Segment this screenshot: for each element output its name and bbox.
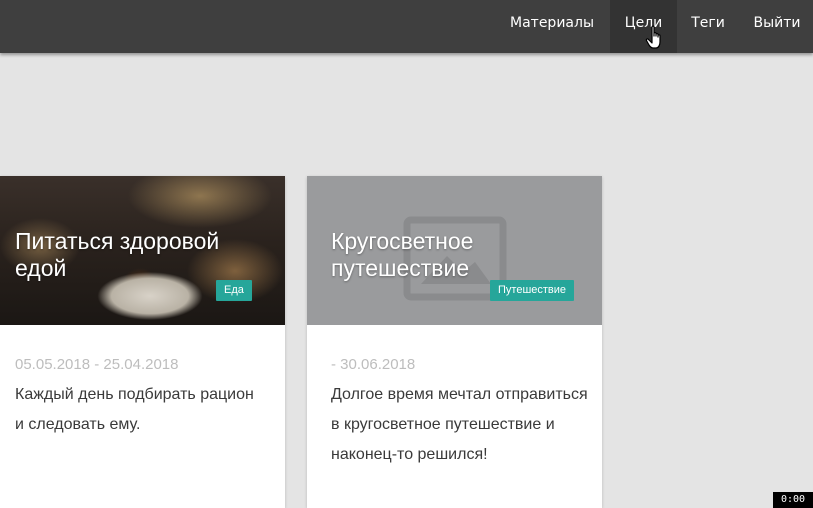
recording-timer: 0:00 [773, 492, 813, 508]
goal-card[interactable]: Кругосветное путешествие Путешествие - 3… [307, 176, 602, 508]
hand-pointer-icon [645, 25, 661, 49]
nav-item-tags[interactable]: Теги [677, 0, 739, 53]
goal-card[interactable]: Питаться здоровой едой Еда 05.05.2018 - … [0, 176, 285, 508]
card-dates: - 30.06.2018 [331, 356, 416, 373]
card-title: Питаться здоровой едой [15, 228, 220, 281]
nav-item-logout[interactable]: Выйти [741, 0, 813, 53]
card-title: Кругосветное путешествие [331, 228, 474, 281]
card-tag[interactable]: Еда [216, 280, 252, 301]
card-dates: 05.05.2018 - 25.04.2018 [15, 356, 179, 373]
top-navbar: Материалы Цели Теги Выйти [0, 0, 813, 53]
card-tag[interactable]: Путешествие [490, 280, 575, 301]
nav-item-materials[interactable]: Материалы [497, 0, 607, 53]
card-description: Каждый день подбирать рацион и следовать… [15, 386, 254, 433]
card-description: Долгое время мечтал отправиться в кругос… [331, 386, 588, 463]
